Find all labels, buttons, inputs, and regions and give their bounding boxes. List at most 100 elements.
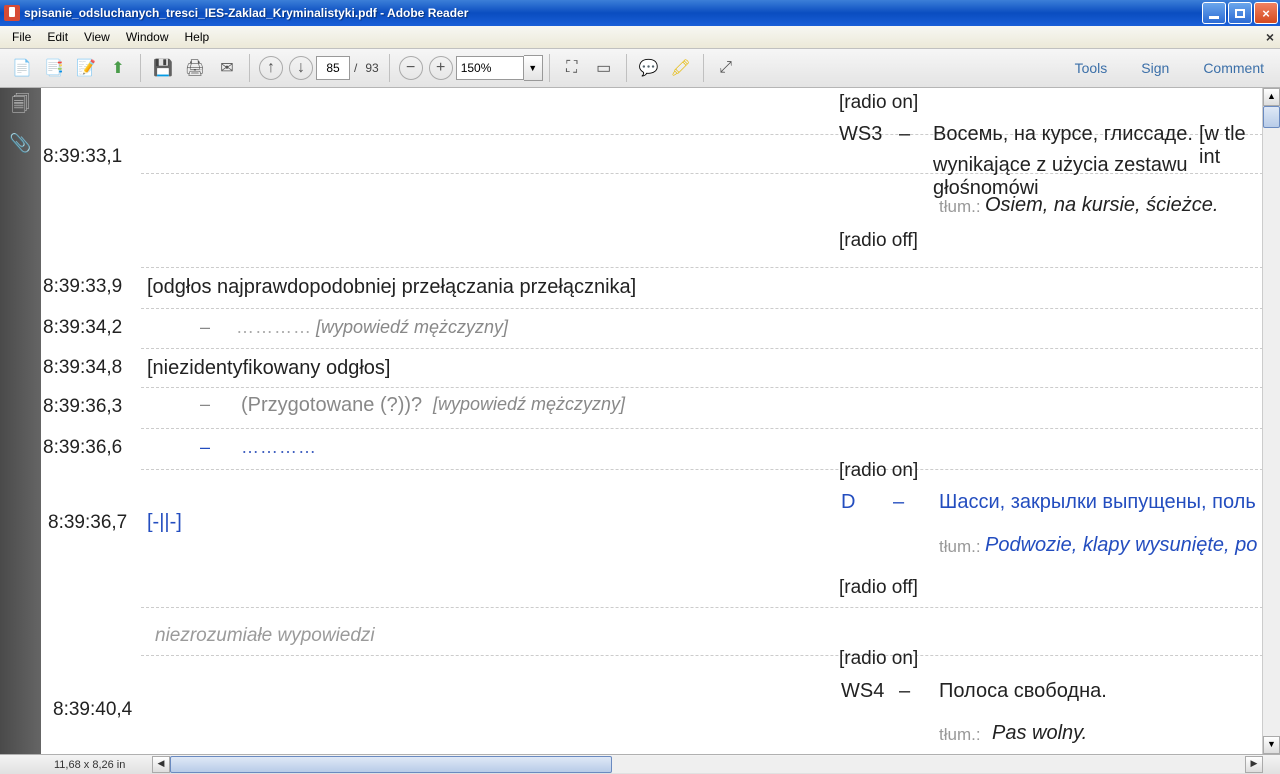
content-text: niezrozumiałe wypowiedzi xyxy=(155,625,375,647)
tools-link[interactable]: Tools xyxy=(1067,56,1116,80)
toolbar: 📄 📑 📝 ⬆ 💾 🖨 ✉ ↑ ↓ / 93 − + 150% ▼ ⛶ ▭ 💬 … xyxy=(0,49,1280,88)
scroll-down-icon[interactable]: ▼ xyxy=(1263,736,1280,754)
radio-marker: [radio on] xyxy=(839,92,918,114)
right-panel-links: Tools Sign Comment xyxy=(1067,56,1272,80)
maximize-button[interactable] xyxy=(1228,2,1252,24)
speaker-label: D xyxy=(841,491,855,514)
note-text: [wypowiedź mężczyzny] xyxy=(433,394,625,415)
speaker-label: WS4 xyxy=(841,680,884,703)
scroll-left-icon[interactable]: ◀ xyxy=(152,756,170,773)
dash: – xyxy=(200,394,210,415)
timestamp: 8:39:36,6 xyxy=(43,437,122,459)
document-close-button[interactable]: × xyxy=(1266,29,1274,45)
toolbar-separator xyxy=(549,54,550,82)
menu-view[interactable]: View xyxy=(76,28,118,46)
content-text: Шасси, закрылки выпущены, поль xyxy=(939,491,1256,514)
menubar: File Edit View Window Help × xyxy=(0,26,1280,49)
zoom-out-icon[interactable]: − xyxy=(399,56,423,80)
scroll-thumb[interactable] xyxy=(170,756,612,773)
menu-window[interactable]: Window xyxy=(118,28,177,46)
dots: ………… xyxy=(236,317,312,338)
timestamp: 8:39:40,4 xyxy=(53,699,132,721)
highlight-icon[interactable]: 🖍 xyxy=(668,55,694,81)
page-total: 93 xyxy=(365,61,378,75)
app-icon xyxy=(4,5,20,21)
fit-width-icon[interactable]: ▭ xyxy=(591,55,617,81)
translation-text: Pas wolny. xyxy=(992,722,1087,745)
scroll-right-icon[interactable]: ▶ xyxy=(1245,756,1263,773)
window-title: spisanie_odsluchanych_tresci_IES-Zaklad_… xyxy=(24,6,1200,20)
timestamp: 8:39:34,8 xyxy=(43,357,122,379)
dash: – xyxy=(899,680,910,703)
content-area: 🗐 📎 8:39:33,1 8:39:33,9 [odgłos najprawd… xyxy=(0,88,1280,754)
content-text: Восемь, на курсе, глиссаде. xyxy=(933,123,1193,146)
content-text: [niezidentyfikowany odgłos] xyxy=(147,357,390,380)
radio-marker: [radio on] xyxy=(839,460,918,482)
page-separator: / xyxy=(354,61,357,75)
page-up-icon[interactable]: ↑ xyxy=(259,56,283,80)
toolbar-separator xyxy=(703,54,704,82)
edit-form-icon[interactable]: 📝 xyxy=(73,55,99,81)
comment-note-icon[interactable]: 💬 xyxy=(636,55,662,81)
note-text: [wypowiedź mężczyzny] xyxy=(316,317,508,338)
content-text: (Przygotowane (?))? xyxy=(241,394,422,417)
vertical-scrollbar[interactable]: ▲ ▼ xyxy=(1262,88,1280,754)
page-number-input[interactable] xyxy=(316,56,350,80)
comment-link[interactable]: Comment xyxy=(1195,56,1272,80)
dash: – xyxy=(200,437,210,458)
close-button[interactable]: × xyxy=(1254,2,1278,24)
minimize-button[interactable] xyxy=(1202,2,1226,24)
dash: – xyxy=(893,491,904,514)
toolbar-separator xyxy=(389,54,390,82)
save-icon[interactable]: 💾 xyxy=(150,55,176,81)
translation-text: Podwozie, klapy wysunięte, po xyxy=(985,534,1257,557)
create-pdf-icon[interactable]: 📑 xyxy=(41,55,67,81)
dots: ………… xyxy=(241,437,317,458)
read-mode-icon[interactable]: ⤢ xyxy=(713,55,739,81)
timestamp: 8:39:34,2 xyxy=(43,317,122,339)
navigation-pane: 🗐 📎 xyxy=(0,88,41,754)
sign-link[interactable]: Sign xyxy=(1133,56,1177,80)
toolbar-separator xyxy=(626,54,627,82)
scroll-up-icon[interactable]: ▲ xyxy=(1263,88,1280,106)
thumbnails-icon[interactable]: 🗐 xyxy=(10,96,32,118)
page-down-icon[interactable]: ↓ xyxy=(289,56,313,80)
content-text: [-||-] xyxy=(147,511,182,534)
zoom-dropdown-icon[interactable]: ▼ xyxy=(524,55,543,81)
pdf-page: 8:39:33,1 8:39:33,9 [odgłos najprawdopod… xyxy=(41,88,1263,754)
timestamp: 8:39:33,9 xyxy=(43,276,122,298)
statusbar: 11,68 x 8,26 in ◀ ▶ xyxy=(0,754,1280,774)
scroll-thumb[interactable] xyxy=(1263,106,1280,128)
window-buttons: × xyxy=(1200,2,1278,24)
content-text: [odgłos najprawdopodobniej przełączania … xyxy=(147,276,636,299)
email-icon[interactable]: ✉ xyxy=(214,55,240,81)
translation-label: tłum.: xyxy=(939,537,981,557)
page-dimensions: 11,68 x 8,26 in xyxy=(54,759,125,771)
content-text: Полоса свободна. xyxy=(939,680,1107,703)
radio-marker: [radio off] xyxy=(839,577,918,599)
attachments-icon[interactable]: 📎 xyxy=(10,132,32,154)
radio-marker: [radio on] xyxy=(839,648,918,670)
toolbar-separator xyxy=(249,54,250,82)
horizontal-scrollbar[interactable]: ◀ ▶ xyxy=(152,756,1263,773)
zoom-in-icon[interactable]: + xyxy=(429,56,453,80)
dash: – xyxy=(899,123,910,146)
titlebar: spisanie_odsluchanych_tresci_IES-Zaklad_… xyxy=(0,0,1280,26)
timestamp: 8:39:36,3 xyxy=(43,396,122,418)
share-icon[interactable]: ⬆ xyxy=(105,55,131,81)
menu-edit[interactable]: Edit xyxy=(39,28,76,46)
translation-label: tłum.: xyxy=(939,197,981,217)
document-viewport[interactable]: 8:39:33,1 8:39:33,9 [odgłos najprawdopod… xyxy=(41,88,1280,754)
timestamp: 8:39:33,1 xyxy=(43,146,122,168)
menu-file[interactable]: File xyxy=(4,28,39,46)
speaker-label: WS3 xyxy=(839,123,882,146)
print-icon[interactable]: 🖨 xyxy=(182,55,208,81)
toolbar-separator xyxy=(140,54,141,82)
timestamp: 8:39:36,7 xyxy=(48,512,127,534)
fit-page-icon[interactable]: ⛶ xyxy=(559,55,585,81)
export-pdf-icon[interactable]: 📄 xyxy=(9,55,35,81)
dash: – xyxy=(200,317,210,338)
menu-help[interactable]: Help xyxy=(177,28,218,46)
translation-text: Osiem, na kursie, ścieżce. xyxy=(985,194,1218,217)
zoom-level[interactable]: 150% xyxy=(456,56,524,80)
